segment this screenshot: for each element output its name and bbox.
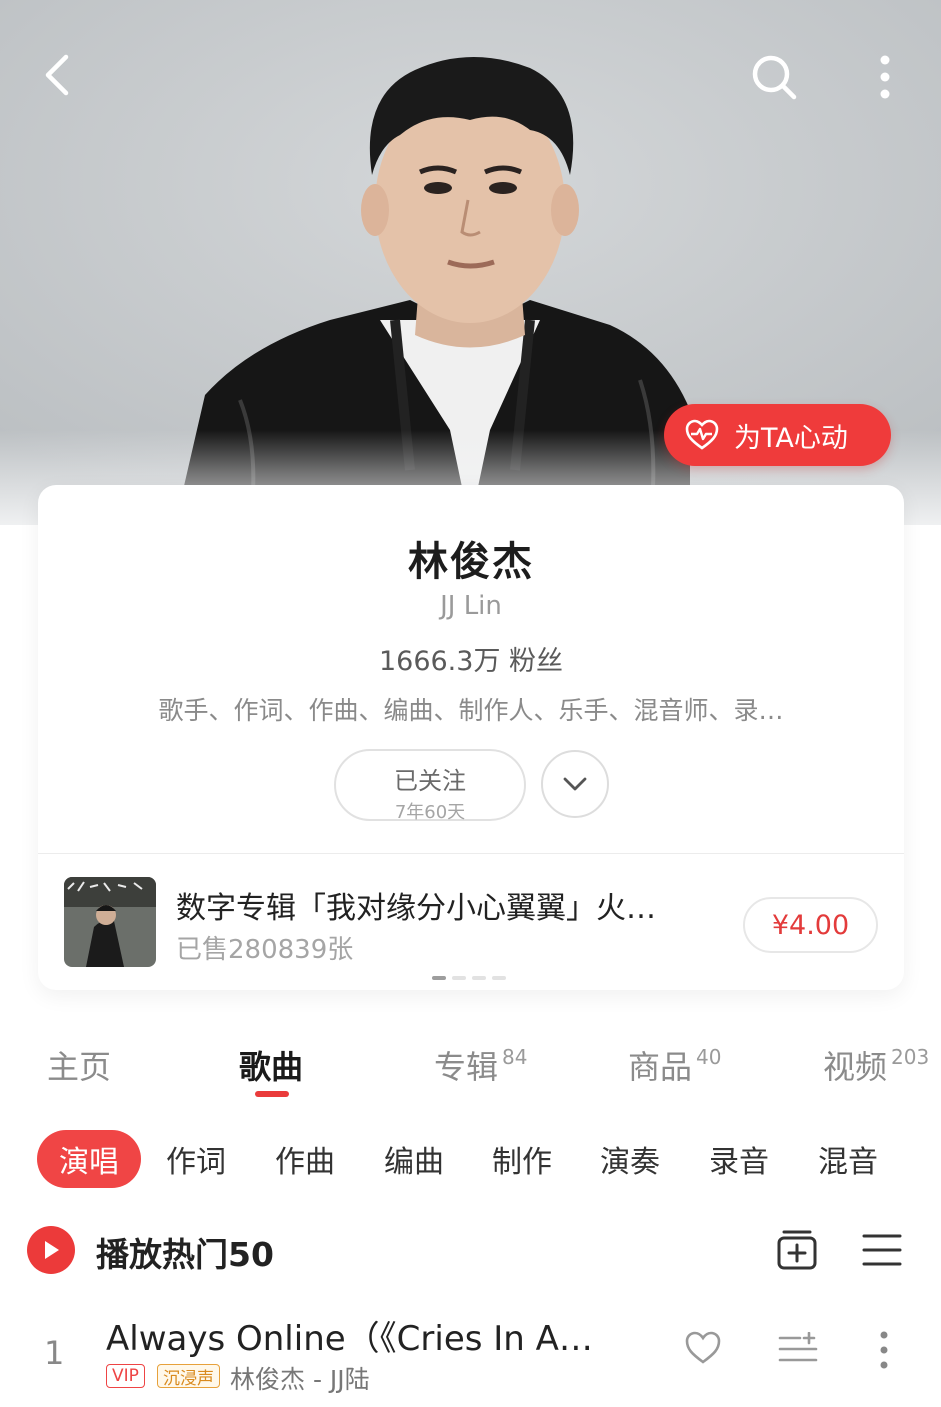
add-to-queue-icon [778, 1331, 818, 1362]
multi-select-button[interactable] [862, 1232, 902, 1268]
carousel-dot [452, 976, 466, 980]
carousel-indicator [432, 976, 506, 980]
song-more-button[interactable] [872, 1330, 896, 1370]
expand-similar-button[interactable] [541, 750, 609, 818]
more-vertical-icon [880, 1331, 888, 1369]
follow-label: 已关注 [394, 767, 466, 795]
heart-button-label: 为TA心动 [734, 422, 848, 454]
chip-mix[interactable]: 混音 [812, 1130, 884, 1188]
tab-goods[interactable]: 商品 40 [628, 1042, 721, 1088]
back-button[interactable] [28, 45, 88, 105]
tab-songs[interactable]: 歌曲 [239, 1042, 303, 1088]
list-menu-icon [862, 1234, 902, 1266]
chip-record[interactable]: 录音 [703, 1130, 775, 1188]
vip-badge: VIP [106, 1364, 145, 1388]
play-all-button[interactable] [27, 1226, 75, 1274]
artist-roles: 歌手、作词、作曲、编曲、制作人、乐手、混音师、录… [158, 696, 784, 725]
like-button[interactable] [684, 1330, 722, 1366]
chevron-left-icon [45, 54, 69, 96]
play-icon [45, 1241, 59, 1259]
album-title[interactable]: 数字专辑「我对缘分小心翼翼」火… [176, 883, 696, 927]
album-cover[interactable] [64, 877, 156, 967]
search-button[interactable] [742, 45, 806, 109]
card-divider [38, 853, 904, 854]
song-rank: 1 [44, 1334, 65, 1372]
followed-button[interactable]: 已关注 7年60天 [334, 749, 526, 823]
song-artist-album[interactable]: 林俊杰 - JJ陆 [230, 1360, 370, 1396]
chevron-down-icon [563, 777, 587, 791]
artist-alias: JJ Lin [440, 591, 502, 621]
play-all-label[interactable]: 播放热门50 [96, 1228, 274, 1276]
chip-arrange[interactable]: 编曲 [378, 1130, 450, 1188]
chip-compose[interactable]: 作曲 [269, 1130, 341, 1188]
tab-videos-count: 203 [891, 1045, 930, 1069]
artist-name: 林俊杰 [408, 539, 534, 585]
carousel-dot [432, 976, 446, 980]
follow-duration: 7年60天 [394, 802, 466, 823]
chip-lyrics[interactable]: 作词 [160, 1130, 232, 1188]
artist-profile-card: 林俊杰 JJ Lin 1666.3万 粉丝 歌手、作词、作曲、编曲、制作人、乐手… [38, 485, 904, 990]
add-list-icon [777, 1230, 817, 1270]
tab-albums-count: 84 [502, 1045, 528, 1069]
chip-produce[interactable]: 制作 [486, 1130, 558, 1188]
tab-albums[interactable]: 专辑 84 [434, 1042, 527, 1088]
immersive-audio-badge: 沉浸声 [157, 1364, 220, 1389]
add-to-queue-button[interactable] [778, 1331, 818, 1366]
tab-videos[interactable]: 视频 203 [823, 1042, 929, 1088]
tab-goods-count: 40 [696, 1045, 722, 1069]
more-button[interactable] [860, 45, 910, 109]
fan-count[interactable]: 1666.3万 粉丝 [38, 639, 904, 678]
song-title[interactable]: Always Online（《Cries In A… [106, 1311, 606, 1360]
search-icon [752, 55, 797, 100]
heart-pulse-icon [685, 419, 719, 450]
carousel-dot [472, 976, 486, 980]
active-tab-indicator [255, 1091, 289, 1097]
chip-sing[interactable]: 演唱 [37, 1130, 141, 1188]
album-sold-count: 已售280839张 [176, 935, 354, 965]
more-vertical-icon [880, 55, 890, 99]
carousel-dot [492, 976, 506, 980]
add-to-playlist-button[interactable] [776, 1228, 818, 1272]
tab-home[interactable]: 主页 [47, 1042, 111, 1088]
heart-icon [685, 1331, 721, 1364]
heart-for-artist-button[interactable]: 为TA心动 [664, 404, 891, 466]
buy-album-button[interactable]: ¥4.00 [743, 897, 878, 953]
chip-perform[interactable]: 演奏 [594, 1130, 666, 1188]
